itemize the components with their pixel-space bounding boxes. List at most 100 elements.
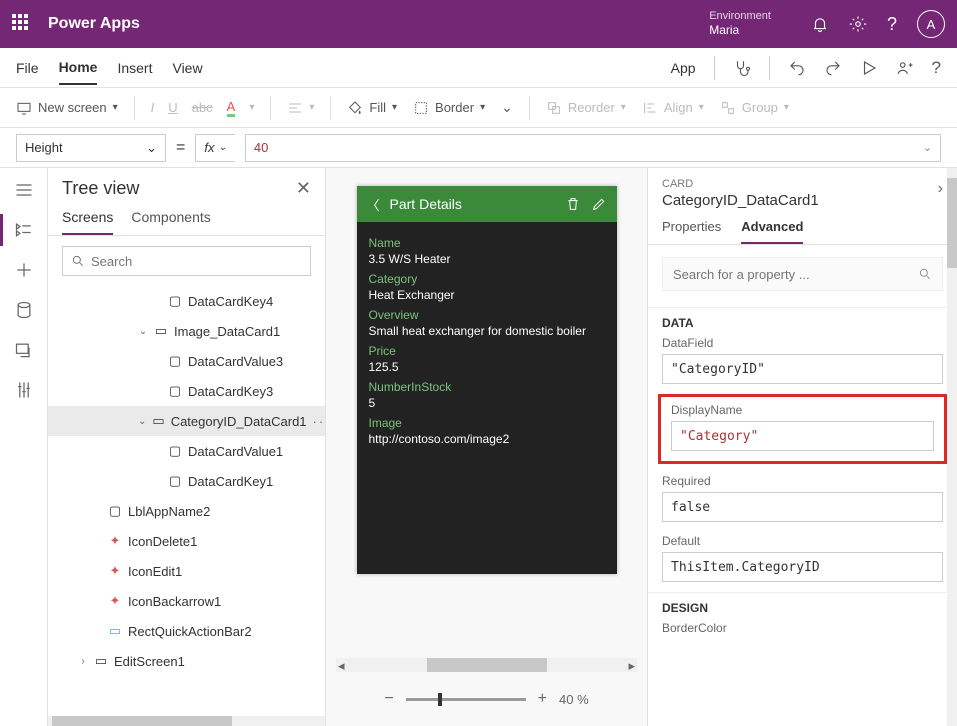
tree-node[interactable]: ▢DataCardKey4 [48,286,325,316]
prop-required: Required false [648,468,957,528]
tab-properties[interactable]: Properties [662,219,721,244]
share-icon[interactable] [896,59,914,77]
chevron-down-icon[interactable]: ⌄ [501,99,513,116]
property-selector[interactable]: Height ⌄ [16,134,166,162]
tree-node[interactable]: ✦IconBackarrow1 [48,586,325,616]
zoom-slider[interactable] [406,698,526,701]
property-search[interactable] [662,257,943,291]
tab-screens[interactable]: Screens [62,209,113,235]
separator [270,96,271,120]
stethoscope-icon[interactable] [733,59,751,77]
bell-icon[interactable] [811,15,829,33]
strike-icon[interactable]: abc [192,100,213,115]
underline-icon[interactable]: U [168,100,177,115]
formula-input[interactable]: 40 ⌄ [245,134,941,162]
prop-required-input[interactable]: false [662,492,943,522]
field-label: Category [369,272,605,286]
toolbar: New screen▾ I U abc A ▾ ▾ Fill▾ Border▾ ⌄… [0,88,957,128]
property-search-input[interactable] [673,267,918,282]
prop-displayname-input[interactable]: "Category" [671,421,934,451]
back-icon[interactable]: 〈 [367,195,380,214]
prop-default-input[interactable]: ThisItem.CategoryID [662,552,943,582]
tree-search[interactable] [62,246,311,276]
tree-node[interactable]: ▢DataCardKey3 [48,376,325,406]
undo-icon[interactable] [788,59,806,77]
zoom-out-button[interactable]: − [384,690,393,708]
search-icon [918,267,932,281]
rail-insert[interactable] [14,260,34,280]
avatar[interactable]: A [917,10,945,38]
chevron-down-icon: ⌄ [138,326,148,337]
rail-data[interactable] [14,300,34,320]
align-text-button[interactable]: ▾ [287,100,314,116]
screen-title: Part Details [390,196,462,212]
fill-button[interactable]: Fill▾ [347,100,397,116]
menu-app[interactable]: App [671,52,696,84]
field-label: Price [369,344,605,358]
chevron-down-icon: ⌄ [146,140,157,156]
tab-advanced[interactable]: Advanced [741,219,803,244]
tree-node[interactable]: ›▭EditScreen1 [48,646,325,676]
reorder-button[interactable]: Reorder▾ [546,100,626,116]
tree-node[interactable]: ▭RectQuickActionBar2 [48,616,325,646]
tree-node-selected[interactable]: ⌄▭CategoryID_DataCard1··· [48,406,325,436]
control-icon: ▢ [168,384,182,398]
zoom-in-button[interactable]: + [538,690,547,708]
control-icon: ▢ [168,444,182,458]
tree-node[interactable]: ▢DataCardValue3 [48,346,325,376]
rail-media[interactable] [14,340,34,360]
more-icon[interactable]: ··· [313,414,325,429]
tree-node[interactable]: ✦IconEdit1 [48,556,325,586]
group-icon [720,100,736,116]
section-data: DATA [648,307,957,330]
italic-icon[interactable]: I [151,100,155,115]
field-value: Heat Exchanger [369,288,605,302]
bucket-icon [347,100,363,116]
align-objects-button[interactable]: Align▾ [642,100,704,116]
waffle-icon[interactable] [12,14,32,34]
panel-vscrollbar[interactable] [947,168,957,726]
group-button[interactable]: Group▾ [720,100,789,116]
fx-button[interactable]: fx⌄ [195,134,235,162]
menu-view[interactable]: View [172,52,202,84]
separator [714,56,715,80]
help-icon[interactable]: ? [932,58,941,78]
environment-picker[interactable]: Environment Maria [701,10,771,38]
prop-datafield: DataField "CategoryID" [648,330,957,390]
font-color-icon[interactable]: A [227,99,236,117]
screen-icon: ▭ [94,654,108,668]
tree-hscrollbar[interactable] [48,716,325,726]
tab-components[interactable]: Components [131,209,210,235]
search-icon [71,254,85,268]
rail-hamburger[interactable] [14,180,34,200]
help-icon[interactable]: ? [887,14,897,35]
menu-file[interactable]: File [16,52,39,84]
edit-icon[interactable] [591,196,607,212]
tree-node[interactable]: ▢DataCardValue1 [48,436,325,466]
close-icon[interactable]: ✕ [296,178,311,199]
play-icon[interactable] [860,59,878,77]
chevron-down-icon: ▾ [113,102,118,113]
icon-icon: ✦ [108,534,122,548]
chevron-right-icon[interactable]: › [938,180,943,198]
tree-node[interactable]: ⌄▭Image_DataCard1 [48,316,325,346]
canvas: 〈 Part Details Name 3.5 W/S Heater Categ… [326,168,647,726]
tree-node[interactable]: ▢LblAppName2 [48,496,325,526]
rail-tree[interactable] [14,220,34,240]
redo-icon[interactable] [824,59,842,77]
menu-home[interactable]: Home [59,51,98,85]
rail-tools[interactable] [14,380,34,400]
menu-insert[interactable]: Insert [117,52,152,84]
align-obj-icon [642,100,658,116]
tree-node[interactable]: ✦IconDelete1 [48,526,325,556]
new-screen-button[interactable]: New screen▾ [16,100,118,116]
trash-icon[interactable] [565,196,581,212]
canvas-hscrollbar[interactable]: ◂▸ [336,658,637,672]
gear-icon[interactable] [849,15,867,33]
app-preview: 〈 Part Details Name 3.5 W/S Heater Categ… [357,186,617,574]
prop-default: Default ThisItem.CategoryID [648,528,957,588]
tree-node[interactable]: ▢DataCardKey1 [48,466,325,496]
border-button[interactable]: Border▾ [413,100,485,116]
prop-datafield-input[interactable]: "CategoryID" [662,354,943,384]
tree-search-input[interactable] [91,254,302,269]
